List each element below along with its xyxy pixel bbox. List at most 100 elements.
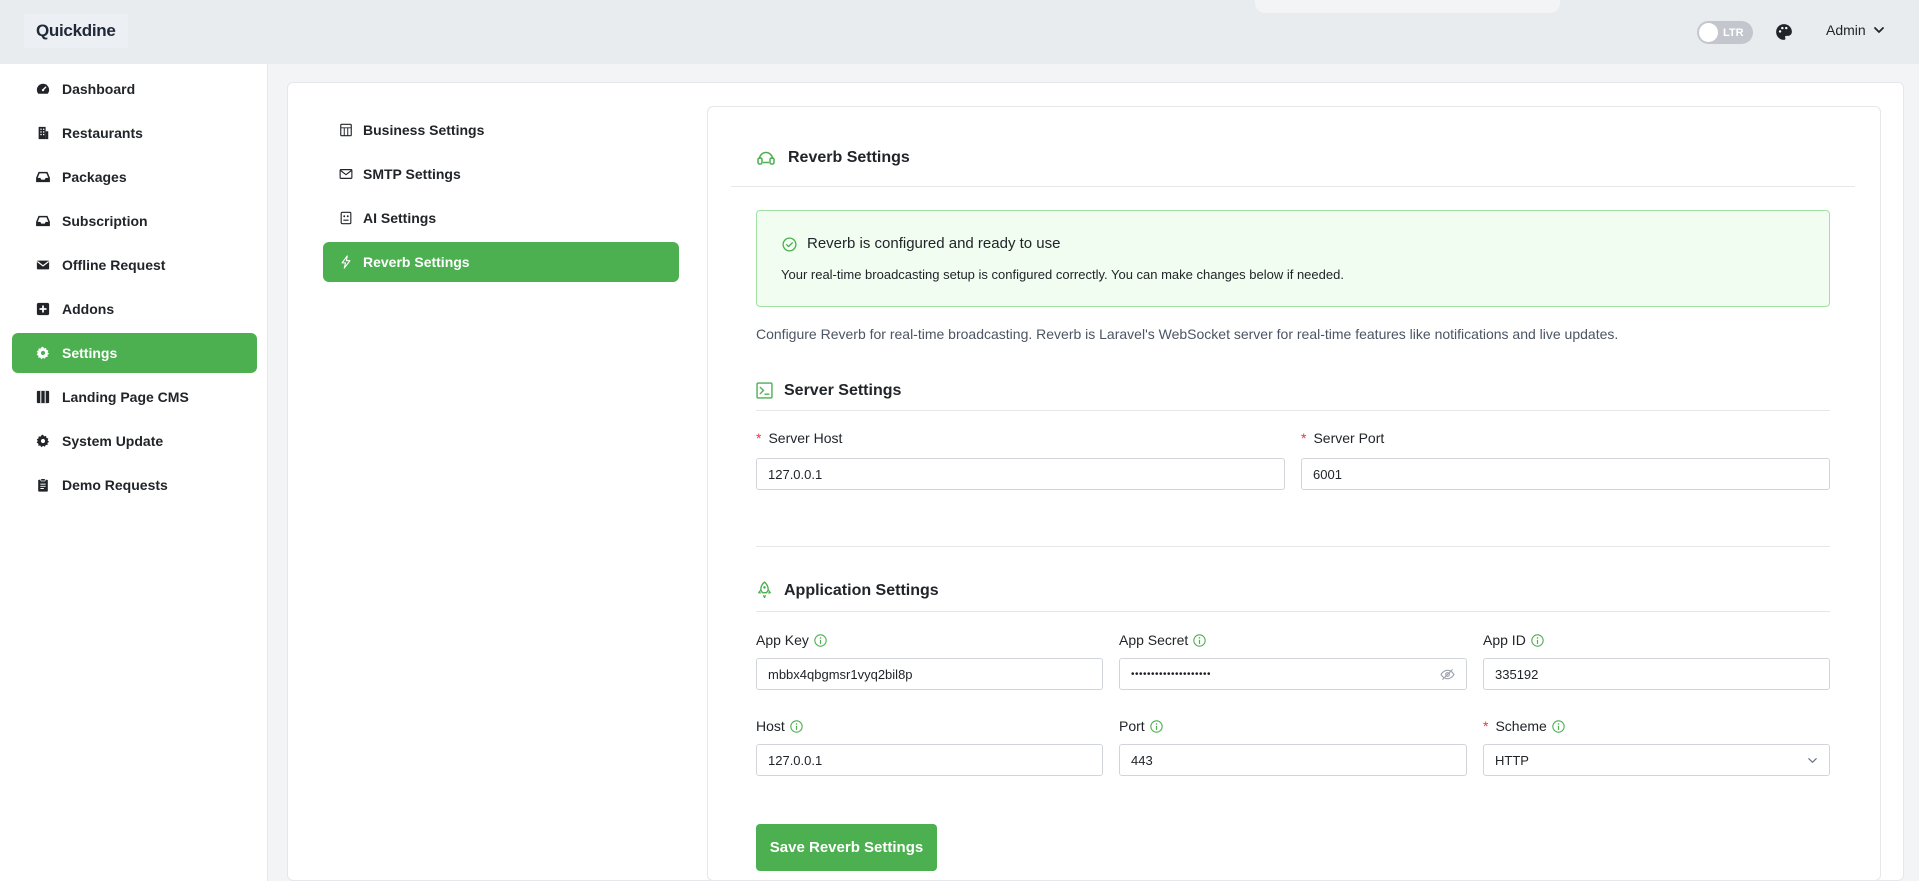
sidebar-item-packages[interactable]: Packages <box>12 157 257 197</box>
app-secret-input[interactable]: •••••••••••••••••••• <box>1119 658 1467 690</box>
sidebar-item-settings[interactable]: Settings <box>12 333 257 373</box>
sidebar-item-label: Restaurants <box>62 125 143 141</box>
clipboard-icon <box>36 478 50 492</box>
port-value: 443 <box>1131 752 1153 768</box>
sidebar-item-dashboard[interactable]: Dashboard <box>12 69 257 109</box>
sidebar-item-label: Dashboard <box>62 81 136 97</box>
section-divider <box>756 546 1830 547</box>
settings-nav-smtp[interactable]: SMTP Settings <box>323 154 679 194</box>
terminal-icon <box>756 382 773 399</box>
app-id-value: 335192 <box>1495 666 1539 682</box>
alert-message: Your real-time broadcasting setup is con… <box>781 267 1344 282</box>
sidebar-item-landing-page-cms[interactable]: Landing Page CMS <box>12 377 257 417</box>
dashboard-icon <box>36 82 50 96</box>
alert-title: Reverb is configured and ready to use <box>807 235 1061 252</box>
broadcast-icon <box>756 150 776 168</box>
top-bar-tab-decoration <box>1255 0 1560 13</box>
lightning-icon <box>339 255 353 269</box>
sidebar-item-label: Demo Requests <box>62 477 168 493</box>
port-label: Port <box>1119 718 1163 734</box>
chevron-down-icon <box>1807 755 1818 766</box>
status-alert: Reverb is configured and ready to use Yo… <box>756 210 1830 307</box>
info-icon[interactable] <box>1193 633 1206 647</box>
application-settings-divider <box>756 611 1830 612</box>
chevron-down-icon <box>1873 24 1885 36</box>
envelope-icon <box>36 258 50 272</box>
panel-description: Configure Reverb for real-time broadcast… <box>756 326 1619 342</box>
rocket-icon <box>756 581 773 599</box>
sidebar-item-label: Packages <box>62 169 127 185</box>
info-icon[interactable] <box>814 633 827 647</box>
app-logo[interactable]: Quickdine <box>24 14 128 48</box>
building-icon <box>36 126 50 140</box>
server-host-label-text: Server Host <box>768 430 843 446</box>
palette-icon[interactable] <box>1775 23 1793 41</box>
check-circle-icon <box>782 237 797 252</box>
settings-nav-ai[interactable]: AI Settings <box>323 198 679 238</box>
sidebar-item-system-update[interactable]: System Update <box>12 421 257 461</box>
app-secret-label-text: App Secret <box>1119 632 1189 648</box>
server-settings-divider <box>756 410 1830 411</box>
scheme-label: * Scheme <box>1483 718 1565 734</box>
scheme-select[interactable]: HTTP <box>1483 744 1830 776</box>
admin-menu[interactable]: Admin <box>1826 22 1885 38</box>
settings-nav-label: AI Settings <box>363 210 437 226</box>
server-host-value: 127.0.0.1 <box>768 466 823 482</box>
gear-icon <box>36 434 50 448</box>
sidebar-item-demo-requests[interactable]: Demo Requests <box>12 465 257 505</box>
app-id-label: App ID <box>1483 632 1544 648</box>
port-input[interactable]: 443 <box>1119 744 1467 776</box>
scheme-label-text: Scheme <box>1495 718 1547 734</box>
robot-icon <box>339 211 353 225</box>
sidebar-item-label: Offline Request <box>62 257 166 273</box>
info-icon[interactable] <box>790 719 803 733</box>
server-port-input[interactable]: 6001 <box>1301 458 1830 490</box>
inbox-icon <box>36 214 50 228</box>
direction-toggle[interactable]: LTR <box>1697 21 1753 44</box>
settings-nav-label: SMTP Settings <box>363 166 461 182</box>
inbox-icon <box>36 170 50 184</box>
info-icon[interactable] <box>1149 719 1163 733</box>
host-input[interactable]: 127.0.0.1 <box>756 744 1103 776</box>
sidebar-item-label: Subscription <box>62 213 148 229</box>
settings-nav-reverb[interactable]: Reverb Settings <box>323 242 679 282</box>
mail-icon <box>339 167 353 181</box>
building-outline-icon <box>339 123 353 137</box>
save-reverb-settings-button[interactable]: Save Reverb Settings <box>756 824 937 871</box>
settings-nav-label: Business Settings <box>363 122 485 138</box>
host-label: Host <box>756 718 803 734</box>
scheme-value: HTTP <box>1495 752 1529 768</box>
server-port-label-text: Server Port <box>1313 430 1385 446</box>
eye-slash-icon[interactable] <box>1440 668 1455 681</box>
app-id-input[interactable]: 335192 <box>1483 658 1830 690</box>
required-asterisk: * <box>1483 718 1489 734</box>
server-host-label: * Server Host <box>756 430 842 446</box>
sidebar-item-offline-request[interactable]: Offline Request <box>12 245 257 285</box>
app-key-label: App Key <box>756 632 827 648</box>
sidebar-item-restaurants[interactable]: Restaurants <box>12 113 257 153</box>
sidebar-item-addons[interactable]: Addons <box>12 289 257 329</box>
server-host-input[interactable]: 127.0.0.1 <box>756 458 1285 490</box>
required-asterisk: * <box>756 430 762 446</box>
top-bar: Quickdine LTR Admin <box>0 0 1919 64</box>
info-icon[interactable] <box>1531 633 1544 647</box>
sidebar: Dashboard Restaurants Packages Subscript… <box>0 64 268 881</box>
app-key-input[interactable]: mbbx4qbgmsr1vyq2bil8p <box>756 658 1103 690</box>
plus-square-icon <box>36 302 50 316</box>
direction-toggle-label: LTR <box>1723 26 1744 39</box>
settings-nav-business[interactable]: Business Settings <box>323 110 679 150</box>
sidebar-item-label: System Update <box>62 433 164 449</box>
server-settings-title: Server Settings <box>784 382 902 399</box>
app-key-label-text: App Key <box>756 632 809 648</box>
sidebar-item-label: Landing Page CMS <box>62 389 189 405</box>
sidebar-item-label: Addons <box>62 301 115 317</box>
panel-title: Reverb Settings <box>788 149 910 166</box>
settings-nav-label: Reverb Settings <box>363 254 470 270</box>
info-icon[interactable] <box>1552 719 1565 733</box>
port-label-text: Port <box>1119 718 1145 734</box>
gear-icon <box>36 346 50 360</box>
admin-menu-label: Admin <box>1826 22 1866 38</box>
sidebar-item-subscription[interactable]: Subscription <box>12 201 257 241</box>
columns-icon <box>36 390 50 404</box>
app-secret-label: App Secret <box>1119 632 1206 648</box>
